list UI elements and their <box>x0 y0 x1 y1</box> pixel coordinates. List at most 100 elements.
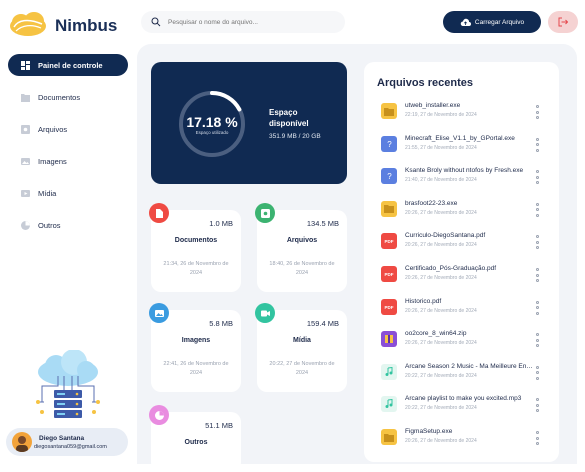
nav-item-images[interactable]: Imagens <box>8 150 128 172</box>
category-date: 21:34, 26 de Novembro de 2024 <box>163 261 229 276</box>
category-name: Documentos <box>174 237 218 244</box>
recent-file-row[interactable]: ? Minecraft_Elise_V1.1_by_GPortal.exe 21:5… <box>364 133 559 157</box>
user-email: diegosantana059@gmail.com <box>34 444 107 450</box>
recent-file-row[interactable]: FigmaSetup.exe 20:26, 27 de Novembro de 2… <box>364 426 559 450</box>
recent-file-date: 20:26, 27 de Novembro de 2024 <box>405 438 477 444</box>
upload-button[interactable]: Carregar Arquivo <box>443 11 541 33</box>
more-options-icon[interactable] <box>536 202 540 217</box>
media-icon <box>255 303 275 323</box>
more-options-icon[interactable] <box>536 365 540 380</box>
svg-text:?: ? <box>387 140 392 149</box>
search-input[interactable] <box>166 17 340 27</box>
pie-icon <box>149 405 169 425</box>
recent-file-name: Certificado_Pós-Graduação.pdf <box>405 265 497 272</box>
category-size: 5.8 MB <box>209 319 233 328</box>
dashboard-icon <box>21 60 30 70</box>
recent-file-row[interactable]: oo2core_8_win64.zip 20:26, 27 de Novembro… <box>364 328 559 352</box>
more-options-icon[interactable] <box>536 137 540 152</box>
nav-item-documents[interactable]: Documentos <box>8 86 128 108</box>
recent-file-name: utweb_installer.exe <box>405 102 461 109</box>
storage-percent: 17.18 % <box>186 114 238 130</box>
nav-item-files[interactable]: Arquivos <box>8 118 128 140</box>
music-icon <box>381 396 397 413</box>
pdf-icon: PDF <box>381 266 397 282</box>
pdf-icon: PDF <box>381 298 397 315</box>
image-frame-icon <box>255 203 275 223</box>
recent-file-date: 20:26, 27 de Novembro de 2024 <box>405 242 477 249</box>
recent-file-row[interactable]: utweb_installer.exe 22:19, 27 de Novembro… <box>364 100 559 124</box>
recent-file-row[interactable]: PDF Historico.pdf 20:26, 27 de Novembro de… <box>364 296 559 320</box>
recent-file-date: 21:55, 27 de Novembro de 2024 <box>405 144 477 151</box>
document-icon <box>21 93 30 102</box>
recent-file-row[interactable]: brasfoot22-23.exe 20:26, 27 de Novembro d… <box>364 198 559 222</box>
recent-file-name: Ksante Broly without ntofos by Fresh.exe <box>405 167 524 175</box>
svg-text:PDF: PDF <box>385 272 394 277</box>
recent-files-title: Arquivos recentes <box>377 77 473 89</box>
folder-icon <box>381 103 397 119</box>
more-options-icon[interactable] <box>536 235 540 250</box>
nav-item-label: Documentos <box>38 92 81 102</box>
search-icon <box>151 17 161 27</box>
more-options-icon[interactable] <box>536 333 540 348</box>
more-options-icon[interactable] <box>536 268 540 282</box>
recent-file-row[interactable]: PDF Curriculo-DiegoSantana.pdf 20:26, 27 d… <box>364 230 559 254</box>
search-bar[interactable] <box>141 11 345 33</box>
category-name: Arquivos <box>286 237 318 244</box>
svg-text:?: ? <box>387 172 392 181</box>
sidebar: Nimbus Painel de controle Documentos Arq… <box>0 0 136 460</box>
media-icon <box>21 189 30 198</box>
nimbus-logo <box>10 12 46 36</box>
category-card-others[interactable]: 51.1 MB Outros <box>149 405 241 472</box>
recent-file-date: 22:19, 27 de Novembro de 2024 <box>405 112 477 118</box>
recent-file-name: Minecraft_Elise_V1.1_by_GPortal.exe <box>405 134 515 142</box>
nav-item-dashboard[interactable]: Painel de controle <box>8 54 128 76</box>
category-card-media[interactable]: 159.4 MB Mídia 20:22, 27 de Novembro de … <box>255 303 347 392</box>
folder-icon <box>381 429 397 445</box>
document-icon <box>149 203 169 223</box>
svg-text:PDF: PDF <box>385 305 394 310</box>
photo-icon <box>21 157 30 166</box>
more-options-icon[interactable] <box>536 105 540 119</box>
category-name: Mídia <box>293 337 311 344</box>
recent-file-row[interactable]: ? Ksante Broly without ntofos by Fresh.ex… <box>364 165 559 189</box>
user-name: Diego Santana <box>39 435 85 442</box>
nav-item-label: Outros <box>38 220 61 230</box>
recent-file-row[interactable]: Arcane Season 2 Music - Ma Meilleure Enn… <box>364 361 559 385</box>
more-options-icon[interactable] <box>536 170 540 185</box>
recent-file-date: 20:26, 27 de Novembro de 2024 <box>405 340 477 347</box>
nav-item-media[interactable]: Mídia <box>8 182 128 204</box>
category-size: 134.5 MB <box>306 219 339 228</box>
recent-file-date: 20:26, 27 de Novembro de 2024 <box>405 209 477 216</box>
recent-file-row[interactable]: PDF Certificado_Pós-Graduação.pdf 20:26, 2… <box>364 263 559 287</box>
category-size: 159.4 MB <box>306 319 339 328</box>
category-card-documents[interactable]: 1.0 MB Documentos 21:34, 26 de Novembro … <box>149 203 241 292</box>
category-card-images[interactable]: 5.8 MB Imagens 22:41, 26 de Novembro de … <box>149 303 241 392</box>
more-options-icon[interactable] <box>536 398 540 413</box>
pie-icon <box>21 220 30 230</box>
storage-percent-caption: Espaço utilizado <box>195 130 229 135</box>
folder-icon <box>381 200 397 217</box>
recent-file-date: 20:22, 27 de Novembro de 2024 <box>405 405 477 412</box>
storage-usage: 351.9 MB / 20 GB <box>269 133 321 140</box>
storage-card: 17.18 % Espaço utilizado Espaço disponív… <box>151 62 347 184</box>
category-date: 20:22, 27 de Novembro de 2024 <box>269 361 335 376</box>
category-date: 18:40, 26 de Novembro de 2024 <box>269 261 335 276</box>
category-card-files[interactable]: 134.5 MB Arquivos 18:40, 26 de Novembro … <box>255 203 347 292</box>
user-card[interactable]: Diego Santana diegosantana059@gmail.com <box>6 428 128 456</box>
archive-icon <box>381 331 397 348</box>
recent-file-name: Arcane playlist to make you excited.mp3 <box>405 395 522 403</box>
logout-icon <box>558 17 568 27</box>
unknown-file-icon: ? <box>381 135 397 152</box>
storage-title: Espaço disponível <box>269 108 309 128</box>
recent-file-row[interactable]: Arcane playlist to make you excited.mp3 2… <box>364 393 559 417</box>
svg-text:PDF: PDF <box>385 239 394 244</box>
recent-file-name: Curriculo-DiegoSantana.pdf <box>405 232 486 240</box>
logout-button[interactable] <box>548 11 578 33</box>
nav-item-label: Arquivos <box>38 124 68 134</box>
recent-file-name: Arcane Season 2 Music - Ma Meilleure Enn… <box>405 362 535 370</box>
recent-file-name: oo2core_8_win64.zip <box>405 330 467 338</box>
nav-item-others[interactable]: Outros <box>8 214 128 236</box>
more-options-icon[interactable] <box>536 431 540 445</box>
more-options-icon[interactable] <box>536 300 540 315</box>
cloud-upload-icon <box>460 18 471 26</box>
